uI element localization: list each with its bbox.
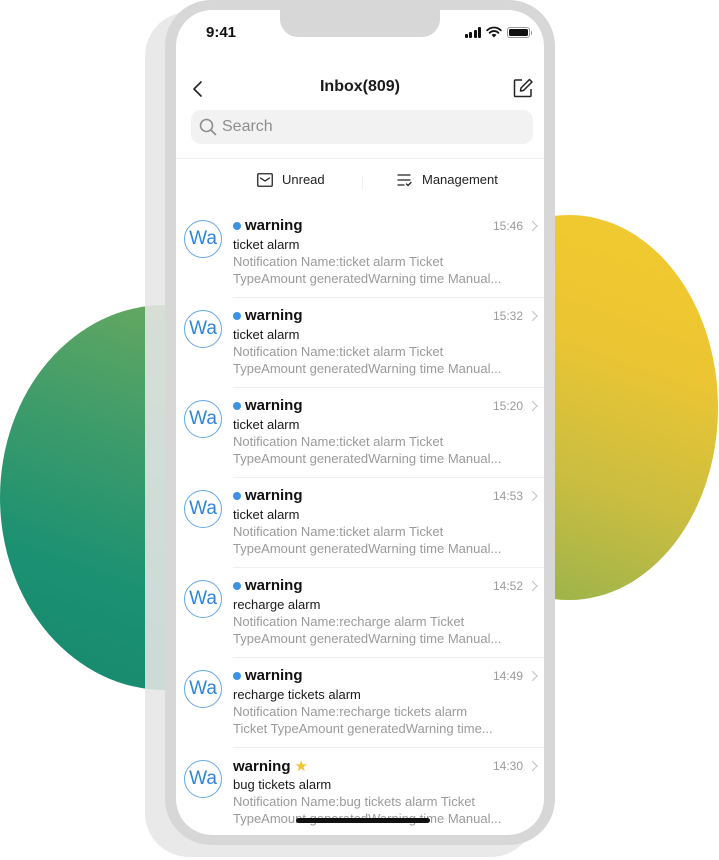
- unread-dot: [233, 401, 241, 410]
- message-sender-row: warning: [233, 487, 303, 504]
- search-icon: [199, 118, 217, 136]
- unread-filter-button[interactable]: Unread: [257, 172, 325, 187]
- chevron-right-icon: [531, 760, 538, 772]
- message-preview-line: Ticket TypeAmount generatedWarning time.…: [233, 720, 493, 736]
- message-preview: Notification Name:recharge alarm Ticket …: [233, 614, 523, 647]
- message-item[interactable]: Wa warning 14:53 ticket alarm Notificati…: [176, 478, 544, 568]
- message-item[interactable]: Wa warning 15:20 ticket alarm Notificati…: [176, 388, 544, 478]
- message-sender-row: warning: [233, 397, 303, 414]
- status-icons: [464, 26, 532, 38]
- message-time: 14:53: [492, 489, 523, 503]
- message-item[interactable]: Wa warning 15:32 ticket alarm Notificati…: [176, 298, 544, 388]
- avatar: Wa: [184, 220, 222, 258]
- message-preview-line: Notification Name:bug tickets alarm Tick…: [233, 794, 476, 809]
- envelope-icon: [257, 172, 273, 187]
- message-preview: Notification Name:recharge tickets alarm…: [233, 704, 523, 737]
- avatar: Wa: [184, 670, 222, 708]
- message-preview: Notification Name:ticket alarm Ticket Ty…: [233, 344, 523, 377]
- message-sender: warning: [245, 487, 303, 504]
- phone-notch: [280, 10, 440, 37]
- avatar: Wa: [184, 310, 222, 348]
- message-sender: warning: [245, 217, 303, 234]
- message-preview-line: Notification Name:ticket alarm Ticket: [233, 524, 444, 539]
- message-item[interactable]: Wa warning 14:49 recharge tickets alarm …: [176, 658, 544, 748]
- message-time: 15:20: [492, 399, 523, 413]
- filter-bar: Unread Management: [176, 172, 544, 194]
- unread-dot: [233, 671, 241, 680]
- phone-screen: 9:41 Inbox(809) Search Unread Management…: [176, 10, 544, 835]
- divider: [176, 158, 544, 159]
- message-preview-line: TypeAmount generatedWarning time Manual.…: [233, 360, 502, 376]
- message-sender: warning: [245, 397, 303, 414]
- status-time: 9:41: [206, 24, 237, 41]
- star-icon: ★: [294, 758, 308, 775]
- message-item[interactable]: Wa warning 14:52 recharge alarm Notifica…: [176, 568, 544, 658]
- avatar: Wa: [184, 580, 222, 618]
- message-sender-row: warning: [233, 667, 303, 684]
- chevron-right-icon: [531, 580, 538, 592]
- unread-dot: [233, 221, 241, 230]
- message-preview-line: TypeAmount generatedWarning time Manual.…: [233, 450, 502, 466]
- search-bar[interactable]: [191, 110, 533, 144]
- message-time: 14:30: [492, 759, 523, 773]
- message-preview-line: Notification Name:ticket alarm Ticket: [233, 344, 444, 359]
- message-preview-line: TypeAmount generatedWarning time Manual.…: [233, 540, 502, 556]
- message-sender-row: warning: [233, 307, 303, 324]
- message-sender-row: warning: [233, 217, 303, 234]
- message-time: 15:46: [492, 219, 523, 233]
- nav-bar: Inbox(809): [176, 74, 544, 104]
- search-input[interactable]: [222, 118, 502, 136]
- page-title: Inbox(809): [319, 78, 400, 95]
- message-preview: Notification Name:ticket alarm Ticket Ty…: [233, 434, 523, 467]
- unread-dot: [233, 491, 241, 500]
- message-time: 14:52: [492, 579, 523, 593]
- message-sender-row: warning ★: [233, 757, 308, 776]
- message-time: 15:32: [492, 309, 523, 323]
- battery-icon: [507, 26, 532, 38]
- home-indicator[interactable]: [296, 818, 430, 823]
- message-subject: recharge tickets alarm: [233, 687, 361, 702]
- unread-filter-label: Unread: [282, 172, 325, 187]
- message-preview-line: TypeAmount generatedWarning time Manual.…: [233, 630, 502, 646]
- message-item[interactable]: Wa warning 15:46 ticket alarm Notificati…: [176, 208, 544, 298]
- message-preview: Notification Name:ticket alarm Ticket Ty…: [233, 254, 523, 287]
- message-preview: Notification Name:ticket alarm Ticket Ty…: [233, 524, 523, 557]
- message-preview-line: Notification Name:recharge alarm Ticket: [233, 614, 465, 629]
- management-button[interactable]: Management: [397, 172, 498, 187]
- message-preview-line: Notification Name:recharge tickets alarm: [233, 704, 468, 719]
- message-sender: warning: [245, 667, 303, 684]
- message-subject: ticket alarm: [233, 417, 300, 432]
- management-label: Management: [422, 172, 498, 187]
- chevron-right-icon: [531, 670, 538, 682]
- message-preview-line: Notification Name:ticket alarm Ticket: [233, 434, 444, 449]
- avatar: Wa: [184, 400, 222, 438]
- message-sender: warning: [245, 307, 303, 324]
- chevron-right-icon: [531, 220, 538, 232]
- wifi-icon: [486, 26, 502, 38]
- compose-icon[interactable]: [512, 77, 534, 99]
- chevron-right-icon: [531, 490, 538, 502]
- chevron-right-icon: [531, 310, 538, 322]
- message-subject: ticket alarm: [233, 507, 300, 522]
- message-preview-line: Notification Name:ticket alarm Ticket: [233, 254, 444, 269]
- phone-frame: 9:41 Inbox(809) Search Unread Management…: [165, 0, 555, 845]
- signal-icon: [464, 26, 481, 38]
- chevron-right-icon: [531, 400, 538, 412]
- message-subject: bug tickets alarm: [233, 777, 332, 792]
- message-list: Wa warning 15:46 ticket alarm Notificati…: [176, 208, 544, 835]
- message-subject: ticket alarm: [233, 327, 300, 342]
- avatar: Wa: [184, 490, 222, 528]
- message-sender: warning: [233, 757, 291, 775]
- filter-separator: [362, 176, 363, 190]
- list-check-icon: [397, 173, 412, 186]
- unread-dot: [233, 581, 241, 590]
- message-subject: ticket alarm: [233, 237, 300, 252]
- unread-dot: [233, 311, 241, 320]
- avatar: Wa: [184, 760, 222, 798]
- message-preview-line: TypeAmount generatedWarning time Manual.…: [233, 270, 502, 286]
- message-subject: recharge alarm: [233, 597, 321, 612]
- message-sender: warning: [245, 577, 303, 594]
- message-sender-row: warning: [233, 577, 303, 594]
- message-time: 14:49: [492, 669, 523, 683]
